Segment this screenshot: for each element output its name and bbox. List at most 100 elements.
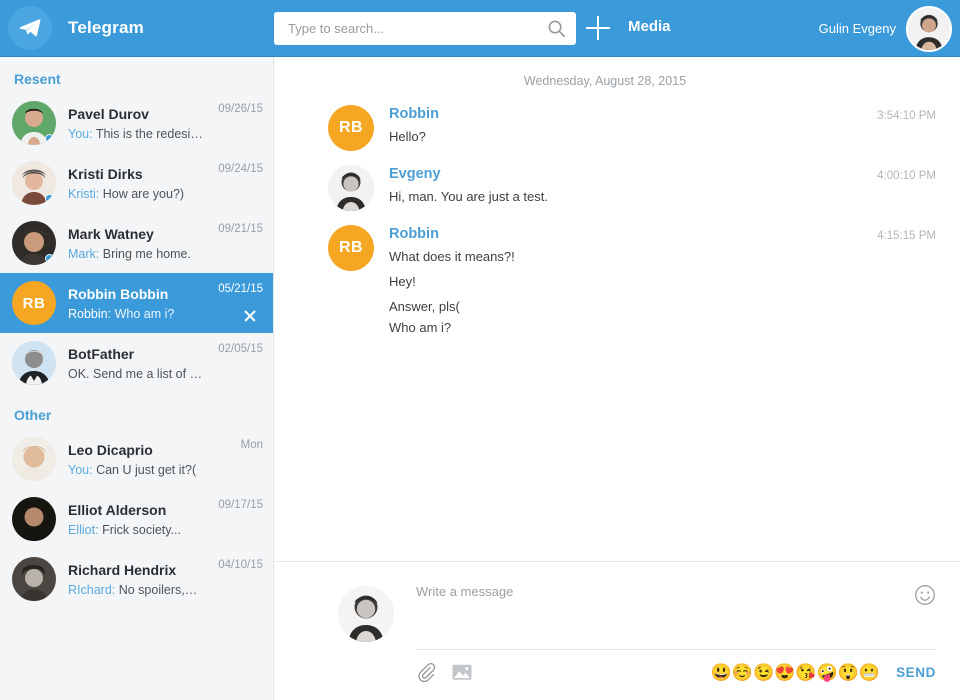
message-text: Who am i? xyxy=(389,317,936,338)
photo-icon[interactable] xyxy=(452,661,474,683)
message-group: Evgeny Hi, man. You are just a test. 4:0… xyxy=(274,158,936,218)
composer-right: 😃 ☺️ 😉 😍 😘 🤪 😲 😬 SEND xyxy=(416,576,936,686)
send-button[interactable]: SEND xyxy=(896,665,936,680)
chat-list-item-meta: 09/21/15 xyxy=(203,213,263,235)
chat-list-item-text: Elliot Alderson Elliot: Frick society... xyxy=(68,500,203,539)
message-group: RB Robbin Hello? 3:54:10 PM xyxy=(274,98,936,158)
message-text: Hey! xyxy=(389,271,936,292)
chat-date: 09/26/15 xyxy=(203,103,263,115)
emoji-button[interactable]: ☺️ xyxy=(732,664,753,681)
current-user-name: Gulin Evgeny xyxy=(819,21,896,36)
chat-preview-prefix: Kristi: xyxy=(68,187,99,201)
avatar-initials: RB xyxy=(339,239,363,257)
chat-list-item-kristi-dirks[interactable]: Kristi Dirks Kristi: How are you?) 09/24… xyxy=(0,153,273,213)
chat-list-sidebar[interactable]: Resent Pavel Durov You: This is the rede… xyxy=(0,57,274,700)
message-input[interactable] xyxy=(416,582,914,642)
chat-preview: Robbin: Who am i? xyxy=(68,305,203,323)
online-status-dot xyxy=(45,194,54,203)
main-body: Resent Pavel Durov You: This is the rede… xyxy=(0,57,960,700)
app-logo xyxy=(4,2,56,54)
telegram-app-window: Telegram Media Gulin Evgeny xyxy=(0,0,960,700)
chat-name: Elliot Alderson xyxy=(68,500,203,520)
message-body: Robbin Hello? xyxy=(389,105,936,151)
chat-preview-text: Frick society... xyxy=(102,523,181,537)
chat-preview-text: Can U just get it?( xyxy=(96,463,196,477)
message-timestamp: 4:00:10 PM xyxy=(877,170,936,182)
chat-name: Pavel Durov xyxy=(68,104,203,124)
chat-list-item-botfather[interactable]: BotFather OK. Send me a list of c... 02/… xyxy=(0,333,273,393)
chat-list-item-meta: 09/26/15 xyxy=(203,93,263,115)
search-input[interactable] xyxy=(288,21,547,36)
close-icon[interactable] xyxy=(243,309,257,323)
chat-preview-text: Bring me home. xyxy=(103,247,191,261)
chat-preview-prefix: Robbin: xyxy=(68,307,111,321)
message-body: Robbin What does it means?! Hey! Answer,… xyxy=(389,225,936,338)
conversation-panel: Wednesday, August 28, 2015 RB Robbin Hel… xyxy=(274,57,960,700)
chat-date: 09/17/15 xyxy=(203,499,263,511)
online-status-dot xyxy=(45,134,54,143)
avatar xyxy=(12,101,56,145)
chat-list-item-mark-watney[interactable]: Mark Watney Mark: Bring me home. 09/21/1… xyxy=(0,213,273,273)
chat-list-item-richard-hendrix[interactable]: Richard Hendrix RIchard: No spoilers,pls… xyxy=(0,549,273,609)
chat-list-item-robbin-bobbin[interactable]: RB Robbin Bobbin Robbin: Who am i? 05/21… xyxy=(0,273,273,333)
telegram-paper-plane-icon xyxy=(8,6,52,50)
message-list[interactable]: Wednesday, August 28, 2015 RB Robbin Hel… xyxy=(274,57,960,561)
chat-preview-text: How are you?) xyxy=(103,187,184,201)
media-tab[interactable]: Media xyxy=(628,18,671,35)
chat-list-item-pavel-durov[interactable]: Pavel Durov You: This is the redesig... … xyxy=(0,93,273,153)
composer-field-row xyxy=(416,576,936,650)
chat-name: Mark Watney xyxy=(68,224,203,244)
chat-list-item-elliot-alderson[interactable]: Elliot Alderson Elliot: Frick society...… xyxy=(0,489,273,549)
chat-preview-text: No spoilers,pls(( xyxy=(119,583,203,597)
avatar xyxy=(338,586,394,642)
message-body: Evgeny Hi, man. You are just a test. xyxy=(389,165,936,211)
chat-list-item-leo-dicaprio[interactable]: Leo Dicaprio You: Can U just get it?( Mo… xyxy=(0,429,273,489)
avatar-initials: RB xyxy=(339,119,363,137)
chat-list-item-text: Leo Dicaprio You: Can U just get it?( xyxy=(68,440,203,479)
message-composer: 😃 ☺️ 😉 😍 😘 🤪 😲 😬 SEND xyxy=(274,561,960,700)
chat-name: Richard Hendrix xyxy=(68,560,203,580)
chat-preview-prefix: RIchard: xyxy=(68,583,115,597)
chat-list-item-meta: 05/21/15 xyxy=(203,273,263,295)
chat-preview-prefix: You: xyxy=(68,127,93,141)
top-bar: Telegram Media Gulin Evgeny xyxy=(0,0,960,57)
message-timestamp: 3:54:10 PM xyxy=(877,110,936,122)
chat-preview: OK. Send me a list of c... xyxy=(68,365,203,383)
chat-list-item-meta: 09/17/15 xyxy=(203,489,263,511)
emoji-button[interactable]: 😘 xyxy=(795,664,816,681)
composer-tools: 😃 ☺️ 😉 😍 😘 🤪 😲 😬 SEND xyxy=(416,650,936,686)
chat-date: 04/10/15 xyxy=(203,559,263,571)
avatar xyxy=(12,221,56,265)
emoji-button[interactable]: 😍 xyxy=(774,664,795,681)
search-icon[interactable] xyxy=(547,19,566,38)
chat-list-item-text: Kristi Dirks Kristi: How are you?) xyxy=(68,164,203,203)
chat-preview: You: Can U just get it?( xyxy=(68,461,203,479)
section-header-resent: Resent xyxy=(0,57,273,93)
add-new-button[interactable] xyxy=(586,16,610,40)
online-status-dot xyxy=(45,254,54,263)
chat-preview-prefix: You: xyxy=(68,463,93,477)
paperclip-icon[interactable] xyxy=(416,661,438,683)
section-header-other: Other xyxy=(0,393,273,429)
chat-name: BotFather xyxy=(68,344,203,364)
emoji-button[interactable]: 😲 xyxy=(838,664,859,681)
smiley-face-icon[interactable] xyxy=(914,584,936,606)
emoji-button[interactable]: 😬 xyxy=(859,664,880,681)
chat-preview-prefix: Mark: xyxy=(68,247,99,261)
chat-list-item-meta: Mon xyxy=(203,429,263,451)
chat-preview: Mark: Bring me home. xyxy=(68,245,203,263)
current-user[interactable]: Gulin Evgeny xyxy=(819,0,952,57)
chat-list-item-text: Robbin Bobbin Robbin: Who am i? xyxy=(68,284,203,323)
message-text: Answer, pls( xyxy=(389,296,936,317)
chat-name: Kristi Dirks xyxy=(68,164,203,184)
emoji-button[interactable]: 😉 xyxy=(753,664,774,681)
avatar xyxy=(12,341,56,385)
emoji-quick-bar[interactable]: 😃 ☺️ 😉 😍 😘 🤪 😲 😬 xyxy=(711,664,880,681)
avatar[interactable] xyxy=(906,6,952,52)
message-group: RB Robbin What does it means?! Hey! Answ… xyxy=(274,218,936,345)
avatar xyxy=(12,557,56,601)
chat-preview-prefix: Elliot: xyxy=(68,523,99,537)
emoji-button[interactable]: 🤪 xyxy=(817,664,838,681)
emoji-button[interactable]: 😃 xyxy=(711,664,732,681)
search-box[interactable] xyxy=(274,12,576,45)
